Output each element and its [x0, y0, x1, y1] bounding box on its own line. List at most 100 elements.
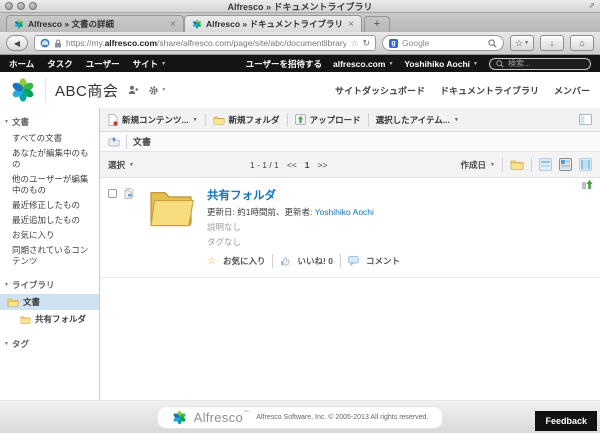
footer-copyright: Alfresco Software, Inc. © 2005-2013 All … [256, 413, 429, 421]
sidebar-item-all-documents[interactable]: すべての文書 [0, 131, 99, 146]
new-folder-button[interactable]: 新規フォルダ [213, 114, 280, 126]
user-menu[interactable]: Yoshihiko Aochi ▼ [404, 59, 478, 69]
sidebar-item-recently-added[interactable]: 最近追加したもの [0, 213, 99, 228]
divider [502, 157, 503, 172]
tab-close-icon[interactable]: × [348, 19, 354, 30]
like-action[interactable]: いいね! 0 [297, 255, 332, 267]
chevron-down-icon: ▼ [161, 87, 167, 93]
alfresco-logo [172, 410, 187, 425]
window-minimize-button[interactable] [17, 2, 25, 10]
home-button[interactable]: ⌂ [570, 35, 594, 51]
tab-document-library[interactable]: Alfresco » ドキュメントライブラリ × [184, 15, 362, 32]
file-tags: タグなし [207, 237, 242, 247]
link-document-library[interactable]: ドキュメントライブラリ [440, 84, 539, 97]
chevron-down-icon: ▼ [490, 161, 495, 168]
chevron-down-icon: ▼ [388, 60, 394, 67]
sort-dropdown[interactable]: 作成日 ▼ [461, 159, 495, 171]
downloads-button[interactable]: ↓ [540, 35, 564, 51]
like-thumb-icon[interactable] [280, 256, 291, 266]
tree-node-shared-folder[interactable]: 共有フォルダ [0, 310, 99, 328]
simple-view-icon[interactable] [539, 158, 552, 171]
chevron-down-icon: ▼ [453, 116, 459, 123]
link-members[interactable]: メンバー [554, 84, 590, 97]
nav-tasks[interactable]: タスク [47, 58, 73, 70]
network-menu[interactable]: alfresco.com ▼ [333, 59, 393, 69]
favorite-star-icon[interactable]: ☆ [207, 256, 216, 267]
folder-up-icon[interactable] [108, 136, 120, 147]
google-icon: g [389, 38, 398, 48]
row-indicator-icon [124, 188, 135, 268]
upload-icon [294, 114, 306, 125]
detailed-view-icon[interactable] [559, 158, 572, 171]
nav-users[interactable]: ユーザー [86, 58, 120, 70]
site-header: ABC商会 ▼ サイトダッシュボード ドキュメントライブラリ メンバー [0, 72, 600, 108]
comment-bubble-icon[interactable] [348, 256, 359, 266]
tab-document-details[interactable]: Alfresco » 文書の詳細 × [6, 15, 184, 32]
pagination-range: 1 - 1 / 1 [250, 159, 279, 170]
settings-gear-icon[interactable]: ▼ [148, 85, 166, 96]
upload-button[interactable]: アップロード [294, 114, 361, 126]
pagination-current-page[interactable]: 1 [305, 160, 310, 170]
nav-sites[interactable]: サイト ▼ [133, 58, 166, 70]
alfresco-top-nav: ホーム タスク ユーザー サイト ▼ ユーザーを招待する alfresco.com… [0, 55, 600, 72]
google-search-box[interactable]: g Google [382, 35, 504, 51]
tree-node-documents[interactable]: 文書 [0, 294, 99, 311]
feedback-button[interactable]: Feedback [535, 411, 597, 431]
fullscreen-icon[interactable]: ⇗ [588, 2, 595, 10]
site-identity-icon[interactable] [40, 38, 50, 48]
divider [367, 112, 369, 127]
hide-navigation-icon[interactable] [579, 114, 592, 125]
folder-thumbnail-icon[interactable] [148, 187, 194, 268]
selected-items-button[interactable]: 選択したアイテム... ▼ [376, 114, 459, 126]
file-name-link[interactable]: 共有フォルダ [207, 187, 400, 203]
modifier-link[interactable]: Yoshihiko Aochi [315, 207, 374, 217]
sidebar-library-header[interactable]: ▼ ライブラリ [0, 276, 99, 294]
window-zoom-button[interactable] [29, 2, 37, 10]
link-site-dashboard[interactable]: サイトダッシュボード [335, 84, 425, 97]
sidebar-item-im-editing[interactable]: あなたが編集中のもの [0, 146, 99, 172]
select-dropdown[interactable]: 選択 ▼ [108, 159, 134, 171]
nav-home[interactable]: ホーム [9, 58, 34, 70]
pagination-prev[interactable]: << [287, 160, 297, 170]
pagination-next[interactable]: >> [318, 160, 328, 170]
bookmarks-menu-button[interactable]: ☆ ▼ [510, 35, 534, 51]
sidebar-item-synced-content[interactable]: 同期されているコンテンツ [0, 243, 99, 269]
google-search-placeholder: Google [402, 38, 430, 48]
alfresco-logo [10, 77, 36, 103]
reload-icon[interactable]: ↻ [362, 38, 370, 49]
sort-direction-icon[interactable] [582, 180, 593, 190]
chevron-down-icon: ▼ [192, 116, 198, 123]
sidebar-item-recently-modified[interactable]: 最近修正したもの [0, 198, 99, 213]
back-button[interactable]: ◀ [6, 35, 28, 51]
site-title: ABC商会 [55, 82, 119, 100]
new-tab-button[interactable]: + [364, 16, 390, 32]
tab-label: Alfresco » ドキュメントライブラリ [206, 19, 343, 29]
comment-action[interactable]: コメント [366, 255, 400, 267]
show-folders-toggle[interactable] [510, 159, 524, 170]
tab-close-icon[interactable]: × [170, 19, 176, 30]
search-magnifier-icon[interactable] [488, 38, 497, 48]
row-checkbox[interactable] [108, 189, 117, 198]
sidebar-item-favorites[interactable]: お気に入り [0, 228, 99, 243]
invite-users-link[interactable]: ユーザーを招待する [246, 58, 322, 70]
list-controls: 選択 ▼ 1 - 1 / 1 << 1 >> 作成日 ▼ [100, 152, 600, 178]
table-view-icon[interactable] [579, 158, 592, 171]
url-bar[interactable]: https://my.alfresco.com/share/alfresco.c… [34, 35, 376, 51]
new-content-button[interactable]: 新規コンテンツ... ▼ [108, 113, 198, 126]
sidebar-tags-header[interactable]: ▼ タグ [0, 335, 99, 353]
content-toolbar: 新規コンテンツ... ▼ 新規フォルダ アップロード 選択したアイテム... ▼ [100, 108, 600, 132]
divider [286, 112, 288, 127]
browser-toolbar: ◀ https://my.alfresco.com/share/alfresco… [0, 32, 600, 55]
window-close-button[interactable] [5, 2, 13, 10]
favorite-action[interactable]: お気に入り [223, 255, 266, 267]
chevron-down-icon: ▼ [129, 161, 134, 168]
triangle-down-icon: ▼ [4, 119, 9, 125]
main-area: ▼ 文書 すべての文書 あなたが編集中のもの 他のユーザーが編集中のもの 最近修正… [0, 108, 600, 400]
sidebar-item-others-editing[interactable]: 他のユーザーが編集中のもの [0, 172, 99, 198]
sidebar-documents-header[interactable]: ▼ 文書 [0, 113, 99, 131]
footer-brand-box: Alfresco™ Alfresco Software, Inc. © 2005… [156, 405, 444, 429]
breadcrumb-current[interactable]: 文書 [133, 135, 151, 148]
add-user-icon[interactable] [128, 85, 139, 95]
bookmark-star-icon[interactable]: ☆ [350, 38, 358, 49]
global-search-box[interactable]: 検索... [489, 57, 591, 70]
